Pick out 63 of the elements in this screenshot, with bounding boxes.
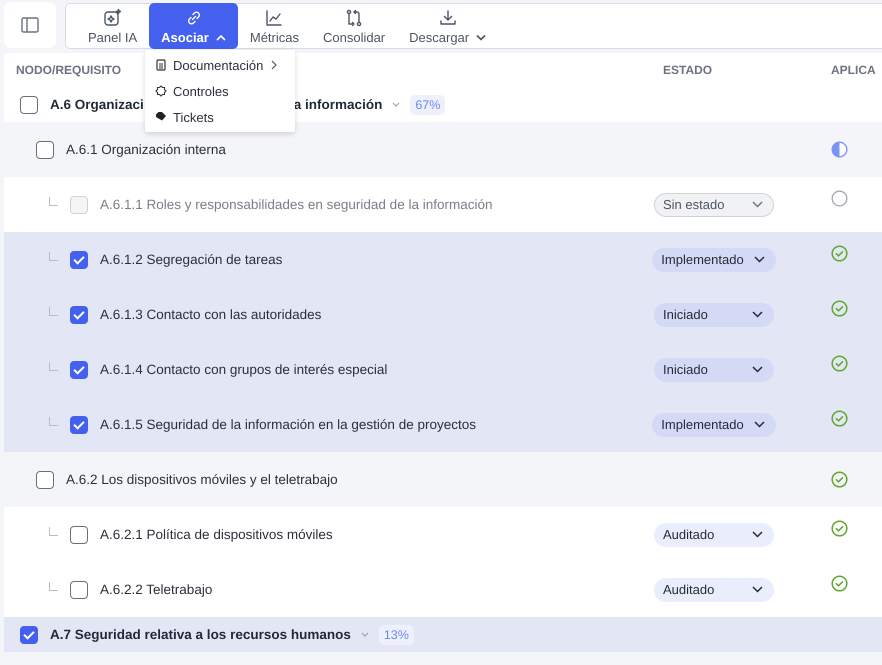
column-header: APLICA: [831, 63, 876, 77]
requirement-label: A.6.1.2 Segregación de tareas: [100, 252, 282, 267]
menu-item[interactable]: Documentación: [145, 52, 295, 78]
requirement-label: A.6 Organizaci: [50, 97, 144, 112]
status-dropdown[interactable]: Iniciado: [654, 302, 774, 326]
tree-line-icon: [49, 527, 58, 536]
download-icon: [438, 8, 458, 28]
column-header: NODO/REQUISITO: [16, 63, 122, 77]
caret-icon: [752, 586, 763, 593]
status-dropdown[interactable]: Auditado: [654, 522, 774, 546]
status-dropdown[interactable]: Implementado: [652, 248, 776, 272]
menu-item-icon: [155, 85, 167, 97]
requirement-label: A.6.1.1 Roles y responsabilidades en seguridad de la información: [100, 197, 492, 212]
tree-line-icon: [49, 417, 58, 426]
menu-item-icon: [155, 59, 167, 71]
progress-badge: 13%: [378, 624, 414, 644]
checkbox[interactable]: [70, 580, 88, 598]
tree-line-icon: [49, 197, 58, 206]
checkbox[interactable]: [70, 306, 88, 324]
menu-item[interactable]: Tickets: [145, 104, 295, 130]
caret-icon: [752, 201, 763, 208]
requirement-label: A.7 Seguridad relativa a los recursos humanos: [50, 627, 351, 642]
progress-badge: 67%: [410, 94, 446, 114]
caret-icon: [392, 102, 400, 107]
menu-item[interactable]: Controles: [145, 78, 295, 104]
caret-icon: [752, 366, 763, 373]
status-dropdown[interactable]: Auditado: [654, 578, 774, 602]
caret-icon: [752, 531, 763, 538]
column-header: ESTADO: [663, 63, 714, 77]
requirement-label: A.6.1.3 Contacto con las autoridades: [100, 307, 322, 322]
toolbar-button[interactable]: Panel IA: [76, 3, 150, 49]
sidebar-icon: [21, 17, 39, 33]
toolbar-button[interactable]: Consolidar: [310, 3, 398, 49]
checkbox[interactable]: [70, 526, 88, 544]
toolbar-button[interactable]: Métricas: [238, 3, 311, 49]
checkbox[interactable]: [70, 360, 88, 378]
requirement-label: A.6.2.2 Teletrabajo: [100, 582, 212, 597]
checkbox[interactable]: [20, 626, 38, 644]
checkbox[interactable]: [20, 96, 38, 114]
checkbox[interactable]: [70, 250, 88, 268]
tree-line-icon: [49, 362, 58, 371]
tree-line-icon: [49, 307, 58, 316]
checkbox[interactable]: [36, 470, 54, 488]
requirement-label: A.6.1 Organización interna: [66, 142, 226, 157]
status-dropdown[interactable]: Iniciado: [654, 358, 774, 382]
sidebar-toggle-button[interactable]: [4, 2, 56, 48]
tree-line-icon: [49, 252, 58, 261]
tree-line-icon: [49, 582, 58, 591]
caret-icon: [752, 311, 763, 318]
toolbar-button[interactable]: Asociar: [149, 3, 238, 49]
toolbar-button[interactable]: Descargar: [397, 3, 498, 49]
checkbox[interactable]: [70, 416, 88, 434]
sparkle-icon: [102, 8, 123, 28]
requirement-label: A.6.2 Los dispositivos móviles y el teletrabajo: [66, 472, 338, 487]
status-dropdown[interactable]: Implementado: [652, 412, 776, 436]
requirement-label: A.6.2.1 Política de dispositivos móviles: [100, 527, 333, 542]
requirement-label: A.6.1.5 Seguridad de la información en la gestión de proyectos: [100, 417, 476, 432]
caret-icon: [754, 421, 765, 428]
caret-icon: [754, 256, 765, 263]
caret-icon: [360, 632, 369, 637]
checkbox[interactable]: [36, 140, 54, 158]
chart-icon: [264, 8, 284, 28]
requirement-label: A.6.1.4 Contacto con grupos de interés especial: [100, 362, 388, 377]
